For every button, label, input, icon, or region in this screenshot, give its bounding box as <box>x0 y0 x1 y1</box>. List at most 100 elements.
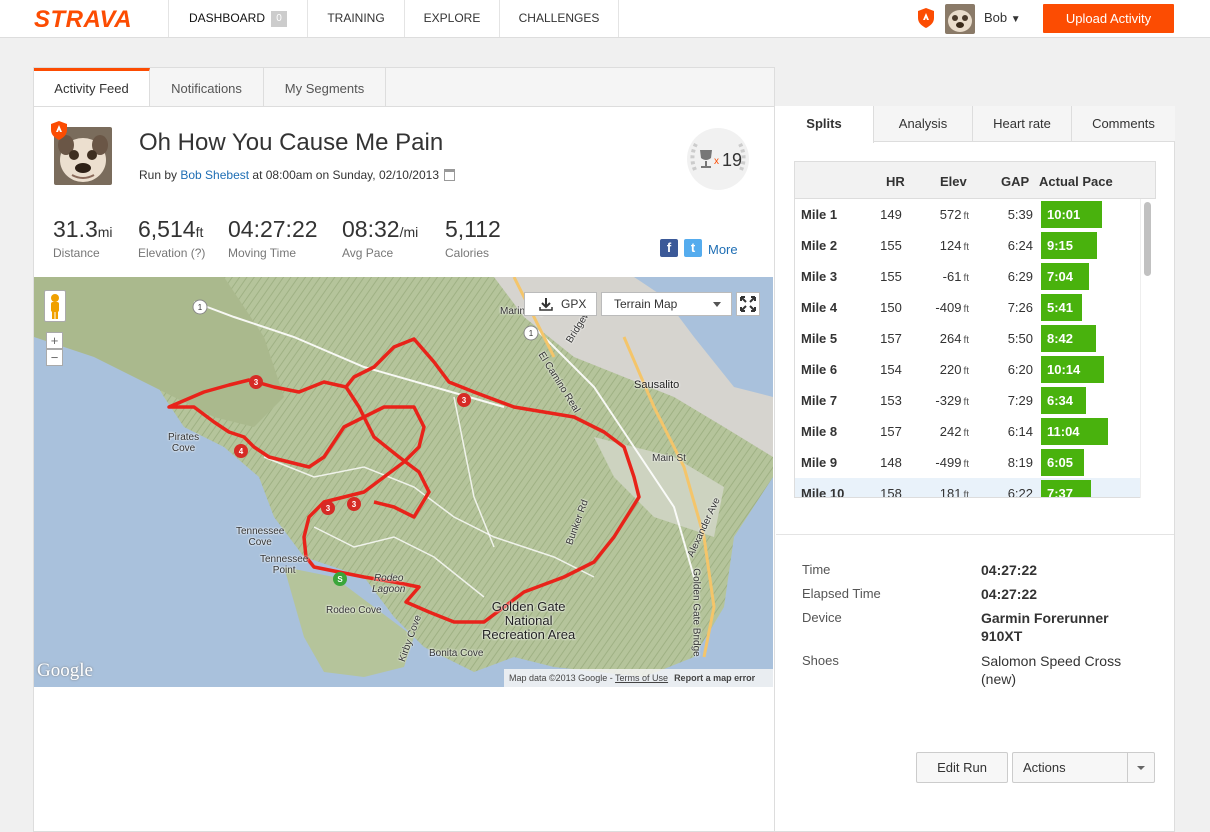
split-elev: 220 ft <box>923 362 969 377</box>
split-pace: 7:04 <box>1047 269 1074 284</box>
zoom-in-button[interactable]: + <box>46 332 63 349</box>
stat-calories-label: Calories <box>445 246 490 260</box>
split-gap: 6:14 <box>1007 424 1033 439</box>
actions-label: Actions <box>1023 760 1066 775</box>
detail-elapsed-value: 04:27:22 <box>981 586 1038 602</box>
facebook-share-icon[interactable]: f <box>660 239 678 257</box>
split-elev-unit: ft <box>963 428 969 439</box>
split-gap: 7:29 <box>1007 393 1033 408</box>
stat-distance-value: 31.3 <box>53 216 98 242</box>
split-elev-value: 572 <box>939 207 962 222</box>
tab-notifications[interactable]: Notifications <box>150 68 264 108</box>
tab-splits[interactable]: Splits <box>775 106 874 143</box>
split-row[interactable]: Mile 6 154 220 ft 6:20 10:14 <box>795 354 1140 385</box>
stat-distance: 31.3mi Distance <box>53 216 113 260</box>
split-elev-value: 220 <box>939 362 962 377</box>
split-row[interactable]: Mile 7 153 -329 ft 7:29 6:34 <box>795 385 1140 416</box>
chevron-down-icon: ▼ <box>1010 14 1021 25</box>
feed-tabs: Activity Feed Notifications My Segments <box>33 67 775 108</box>
tab-my-segments[interactable]: My Segments <box>264 68 386 108</box>
premium-badge-icon <box>51 121 67 140</box>
twitter-share-icon[interactable]: t <box>684 239 702 257</box>
detail-shoes-value[interactable]: Salomon Speed Cross (new) <box>981 652 1146 688</box>
map-label-rodeo-lagoon: Rodeo Lagoon <box>372 573 406 595</box>
edit-run-button[interactable]: Edit Run <box>916 752 1008 783</box>
split-elev: -499 ft <box>923 455 969 470</box>
nav-dashboard[interactable]: DASHBOARD 0 <box>168 0 308 37</box>
more-share-link[interactable]: More <box>708 242 738 257</box>
split-hr: 148 <box>880 455 902 470</box>
split-row[interactable]: Mile 8 157 242 ft 6:14 11:04 <box>795 416 1140 447</box>
split-mile: Mile 4 <box>801 300 838 315</box>
split-mile: Mile 8 <box>801 424 838 439</box>
split-elev-unit: ft <box>963 304 969 315</box>
terms-of-use-link[interactable]: Terms of Use <box>615 673 668 683</box>
caret-icon <box>1137 766 1145 770</box>
nav-explore[interactable]: EXPLORE <box>405 0 500 37</box>
svg-text:4: 4 <box>239 447 244 456</box>
split-elev-value: 124 <box>939 238 962 253</box>
split-row[interactable]: Mile 5 157 264 ft 5:50 8:42 <box>795 323 1140 354</box>
split-row[interactable]: Mile 4 150 -409 ft 7:26 5:41 <box>795 292 1140 323</box>
split-pace: 8:42 <box>1047 331 1074 346</box>
svg-text:3: 3 <box>352 500 357 509</box>
split-gap: 6:29 <box>1007 269 1033 284</box>
fullscreen-button[interactable] <box>736 292 760 316</box>
notification-count-badge: 0 <box>271 10 287 27</box>
scroll-thumb[interactable] <box>1144 202 1151 276</box>
download-gpx-button[interactable]: GPX <box>524 292 597 316</box>
user-avatar[interactable] <box>945 4 975 34</box>
map-type-select[interactable]: Terrain Map <box>601 292 732 316</box>
athlete-link[interactable]: Bob Shebest <box>180 168 249 182</box>
split-row[interactable]: Mile 1 149 572 ft 5:39 10:01 <box>795 199 1140 230</box>
map-label-tennessee-cove: Tennessee Cove <box>236 526 285 548</box>
zoom-out-button[interactable]: − <box>46 349 63 366</box>
svg-text:1: 1 <box>529 329 534 338</box>
report-map-error-link[interactable]: Report a map error <box>674 673 755 683</box>
split-elev: -409 ft <box>923 300 969 315</box>
split-hr: 150 <box>880 300 902 315</box>
split-elev-value: 242 <box>939 424 962 439</box>
strava-logo[interactable]: STRAVA <box>34 6 132 34</box>
split-elev-value: -61 <box>942 269 962 284</box>
map-data-credit: Map data ©2013 Google - <box>509 673 616 683</box>
calendar-icon[interactable] <box>444 169 456 181</box>
split-mile: Mile 2 <box>801 238 838 253</box>
activity-map[interactable]: 3 3 4 3 3 S 1 1 Marin City Sausalito Pir… <box>34 277 773 687</box>
header-elev: Elev <box>940 174 967 189</box>
split-elev-value: -329 <box>935 393 962 408</box>
split-row[interactable]: Mile 10 158 181 ft 6:22 7:37 <box>795 478 1140 498</box>
actions-dropdown[interactable]: Actions <box>1012 752 1155 783</box>
split-elev-unit: ft <box>963 242 969 253</box>
split-row[interactable]: Mile 9 148 -499 ft 8:19 6:05 <box>795 447 1140 478</box>
splits-table-body[interactable]: Mile 1 149 572 ft 5:39 10:01 Mile 2 155 124 ft 6:2… <box>794 199 1154 498</box>
tab-analysis[interactable]: Analysis <box>874 106 973 142</box>
split-row[interactable]: Mile 3 155 -61 ft 6:29 7:04 <box>795 261 1140 292</box>
section-divider <box>776 534 1174 535</box>
stat-avg-pace: 08:32/mi Avg Pace <box>342 216 418 260</box>
split-elev-unit: ft <box>963 490 969 498</box>
detail-shoes-label: Shoes <box>802 653 839 668</box>
split-gap: 5:50 <box>1007 331 1033 346</box>
split-pace: 7:37 <box>1047 486 1074 498</box>
split-elev-unit: ft <box>963 366 969 377</box>
splits-scrollbar[interactable] <box>1140 199 1154 498</box>
split-hr: 149 <box>880 207 902 222</box>
expand-icon <box>740 296 756 312</box>
stat-elevation-label[interactable]: Elevation (?) <box>138 246 205 260</box>
split-elev: 264 ft <box>923 331 969 346</box>
split-pace: 9:15 <box>1047 238 1074 253</box>
activity-sub-prefix: Run by <box>139 168 181 182</box>
google-logo[interactable]: Google <box>37 660 93 682</box>
user-menu[interactable]: Bob ▼ <box>984 10 1021 25</box>
split-row[interactable]: Mile 2 155 124 ft 6:24 9:15 <box>795 230 1140 261</box>
tab-comments[interactable]: Comments <box>1072 106 1175 142</box>
tab-heart-rate[interactable]: Heart rate <box>973 106 1072 142</box>
upload-activity-button[interactable]: Upload Activity <box>1043 4 1174 33</box>
street-view-pegman-icon[interactable] <box>44 290 66 322</box>
activity-title[interactable]: Oh How You Cause Me Pain <box>139 129 443 157</box>
tab-activity-feed[interactable]: Activity Feed <box>34 68 150 108</box>
map-label-tennessee-point: Tennessee Point <box>260 554 309 576</box>
nav-training[interactable]: TRAINING <box>308 0 405 37</box>
nav-challenges[interactable]: CHALLENGES <box>500 0 619 37</box>
